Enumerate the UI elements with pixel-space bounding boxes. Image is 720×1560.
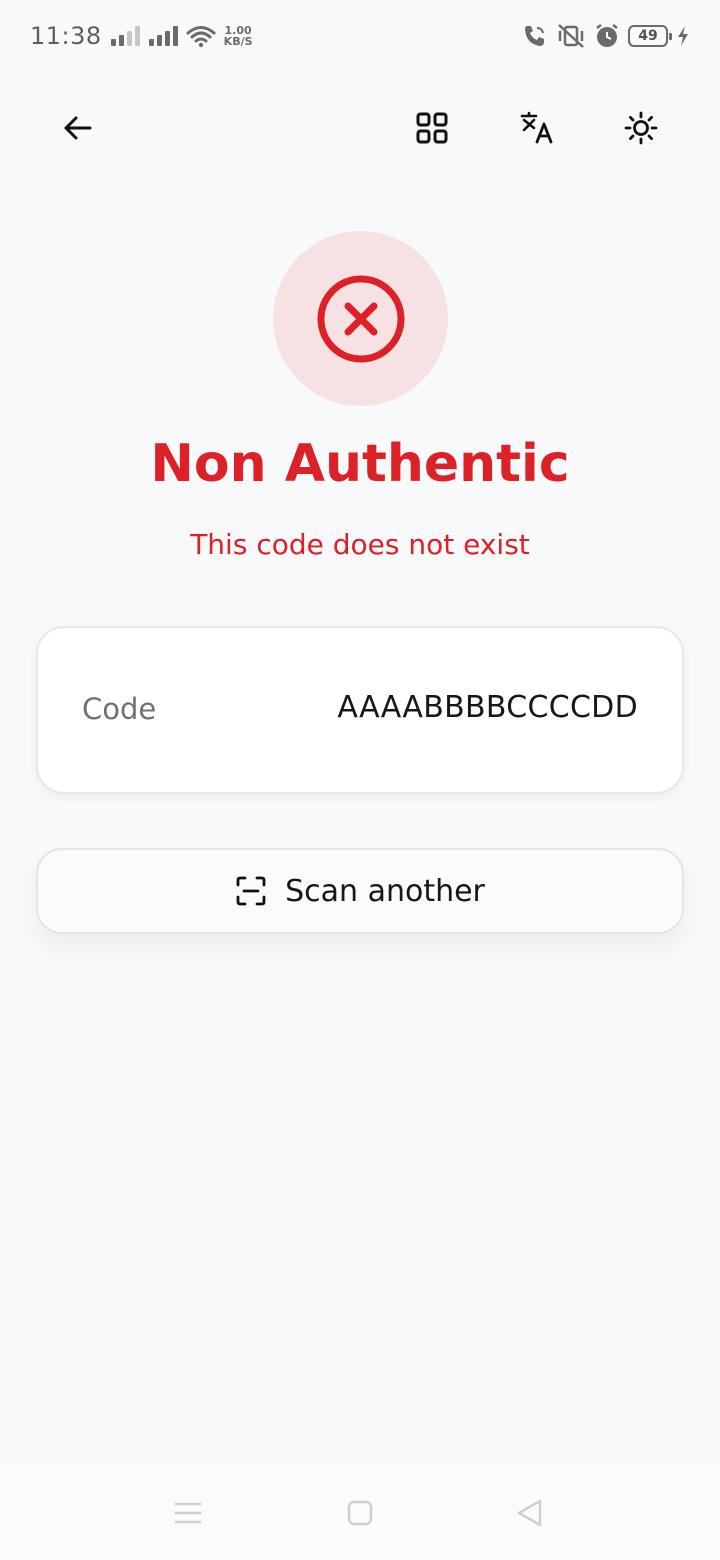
qr-code-button[interactable] <box>404 100 460 156</box>
battery-indicator: 49 <box>628 25 672 47</box>
charging-icon <box>678 26 688 46</box>
alarm-icon <box>596 24 618 47</box>
scan-another-button[interactable]: Scan another <box>36 848 684 934</box>
back-button[interactable] <box>50 100 106 156</box>
code-label: Code <box>82 692 157 726</box>
scan-another-label: Scan another <box>285 873 485 909</box>
brightness-icon <box>624 111 658 145</box>
translate-icon <box>520 111 553 144</box>
network-speed-unit: KB/S <box>223 35 253 48</box>
status-bar: 11:38 1.00 KB/S 49 <box>0 0 720 72</box>
screen: 11:38 1.00 KB/S 49 Non Authentic This co… <box>0 0 720 1560</box>
back-triangle-icon <box>517 1499 542 1527</box>
code-value: AAAABBBBCCCCDD <box>337 690 638 725</box>
qr-code-icon <box>416 112 448 144</box>
scan-frame-icon <box>236 876 266 906</box>
code-card: Code AAAABBBBCCCCDD <box>36 626 684 794</box>
home-square-icon <box>347 1500 373 1526</box>
status-time: 11:38 <box>30 22 102 50</box>
signal-2-icon <box>148 26 178 46</box>
menu-icon <box>174 1502 202 1524</box>
system-nav-bar <box>0 1466 720 1560</box>
nav-home-button[interactable] <box>335 1490 385 1536</box>
error-x-icon <box>317 275 404 362</box>
wifi-call-icon <box>525 26 544 46</box>
vibrate-off-icon <box>558 24 584 48</box>
signal-1-icon <box>110 26 140 46</box>
status-right: 49 <box>522 23 690 49</box>
network-speed: 1.00 KB/S <box>224 25 253 47</box>
nav-back-button[interactable] <box>505 1490 555 1536</box>
result-subtitle: This code does not exist <box>190 528 530 561</box>
battery-level: 49 <box>638 28 658 44</box>
result-status-circle <box>273 231 448 406</box>
language-button[interactable] <box>509 100 565 156</box>
wifi-icon <box>186 26 216 48</box>
nav-menu-button[interactable] <box>163 1490 213 1536</box>
status-left: 11:38 1.00 KB/S <box>30 22 253 50</box>
result-title: Non Authentic <box>150 434 570 494</box>
app-bar <box>0 88 720 168</box>
back-arrow-icon <box>64 116 92 140</box>
theme-button[interactable] <box>613 100 669 156</box>
